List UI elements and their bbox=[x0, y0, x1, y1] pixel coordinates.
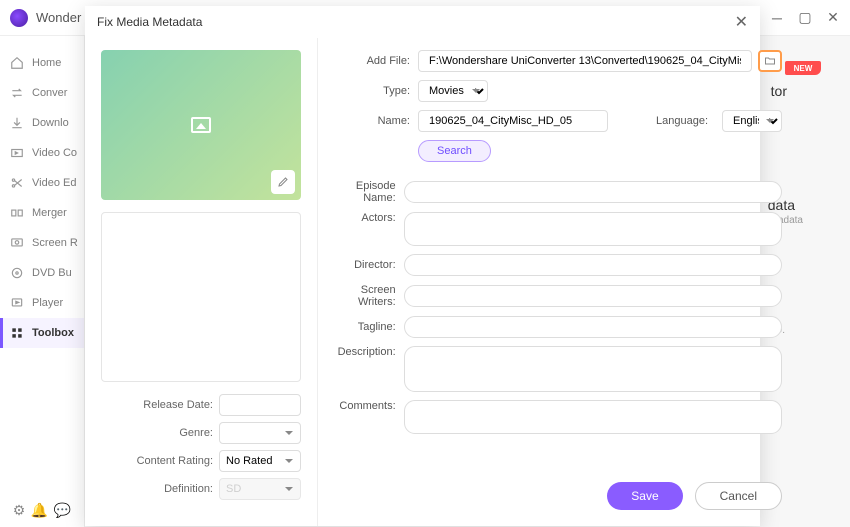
director-label: Director: bbox=[328, 259, 404, 271]
fix-metadata-dialog: Fix Media Metadata ✕ Release Date: Genre… bbox=[85, 6, 760, 526]
description-input[interactable] bbox=[404, 346, 782, 392]
sidebar-item-player[interactable]: Player bbox=[0, 288, 84, 318]
tagline-label: Tagline: bbox=[328, 321, 404, 333]
comments-label: Comments: bbox=[328, 400, 404, 412]
app-name: Wonder bbox=[36, 10, 81, 25]
sidebar-item-converter[interactable]: Conver bbox=[0, 78, 84, 108]
left-meta-rows: Release Date: Genre: Content Rating: No R… bbox=[101, 394, 301, 506]
language-label: Language: bbox=[626, 115, 716, 127]
dialog-close-button[interactable]: ✕ bbox=[735, 12, 748, 32]
sidebar-item-downloader[interactable]: Downlo bbox=[0, 108, 84, 138]
sidebar-label-player: Player bbox=[32, 297, 63, 309]
screen-writers-input[interactable] bbox=[404, 285, 782, 307]
sidebar-item-dvd-burner[interactable]: DVD Bu bbox=[0, 258, 84, 288]
sidebar-item-merger[interactable]: Merger bbox=[0, 198, 84, 228]
sidebar-label-dvd: DVD Bu bbox=[32, 267, 72, 279]
type-select[interactable]: Movies bbox=[418, 80, 488, 102]
name-input[interactable] bbox=[418, 110, 608, 132]
search-button[interactable]: Search bbox=[418, 140, 491, 162]
episode-name-label: Episode Name: bbox=[328, 180, 404, 204]
sidebar-label-editor: Video Ed bbox=[32, 177, 76, 189]
release-date-label: Release Date: bbox=[143, 399, 213, 411]
director-input[interactable] bbox=[404, 254, 782, 276]
media-thumbnail bbox=[101, 50, 301, 200]
dialog-header: Fix Media Metadata ✕ bbox=[85, 6, 760, 38]
download-icon bbox=[10, 116, 24, 130]
home-icon bbox=[10, 56, 24, 70]
feedback-icon[interactable]: 💬 bbox=[54, 502, 71, 519]
folder-icon bbox=[763, 55, 777, 67]
sidebar: Home Conver Downlo Video Co Video Ed Mer… bbox=[0, 36, 85, 527]
definition-label: Definition: bbox=[164, 483, 213, 495]
comments-input[interactable] bbox=[404, 400, 782, 434]
image-placeholder-icon bbox=[191, 117, 211, 133]
sidebar-item-video-compressor[interactable]: Video Co bbox=[0, 138, 84, 168]
browse-folder-button[interactable] bbox=[758, 50, 782, 72]
edit-thumbnail-button[interactable] bbox=[271, 170, 295, 194]
minimize-button[interactable]: ─ bbox=[770, 11, 784, 25]
episode-name-input[interactable] bbox=[404, 181, 782, 203]
dialog-footer: Save Cancel bbox=[607, 482, 782, 510]
actors-input[interactable] bbox=[404, 212, 782, 246]
actors-label: Actors: bbox=[328, 212, 404, 224]
search-results-box bbox=[101, 212, 301, 382]
content-rating-select[interactable]: No Rated bbox=[219, 450, 301, 472]
dialog-title: Fix Media Metadata bbox=[97, 15, 202, 29]
cancel-button[interactable]: Cancel bbox=[695, 482, 782, 510]
converter-icon bbox=[10, 86, 24, 100]
sidebar-label-downloader: Downlo bbox=[32, 117, 69, 129]
play-icon bbox=[10, 296, 24, 310]
toolbox-icon bbox=[10, 326, 24, 340]
genre-select[interactable] bbox=[219, 422, 301, 444]
merger-icon bbox=[10, 206, 24, 220]
notification-icon[interactable]: 🔔 bbox=[31, 502, 48, 519]
save-button[interactable]: Save bbox=[607, 482, 682, 510]
language-select[interactable]: English bbox=[722, 110, 782, 132]
add-file-input[interactable] bbox=[418, 50, 752, 72]
content-rating-label: Content Rating: bbox=[137, 455, 213, 467]
description-label: Description: bbox=[328, 346, 404, 358]
sidebar-item-toolbox[interactable]: Toolbox bbox=[0, 318, 84, 348]
release-date-input[interactable] bbox=[219, 394, 301, 416]
definition-select[interactable]: SD bbox=[219, 478, 301, 500]
screen-writers-label: Screen Writers: bbox=[328, 284, 404, 308]
sidebar-item-video-editor[interactable]: Video Ed bbox=[0, 168, 84, 198]
app-logo bbox=[10, 9, 28, 27]
disc-icon bbox=[10, 266, 24, 280]
pencil-icon bbox=[277, 176, 289, 188]
tagline-input[interactable] bbox=[404, 316, 782, 338]
sidebar-label-home: Home bbox=[32, 57, 61, 69]
screen-recorder-icon bbox=[10, 236, 24, 250]
window-controls: ─ ▢ ✕ bbox=[770, 11, 840, 25]
sidebar-label-converter: Conver bbox=[32, 87, 67, 99]
close-window-button[interactable]: ✕ bbox=[826, 11, 840, 25]
sidebar-label-merger: Merger bbox=[32, 207, 67, 219]
dialog-left-pane: Release Date: Genre: Content Rating: No R… bbox=[85, 38, 318, 526]
sidebar-item-home[interactable]: Home bbox=[0, 48, 84, 78]
sidebar-label-compressor: Video Co bbox=[32, 147, 77, 159]
sidebar-label-recorder: Screen R bbox=[32, 237, 78, 249]
genre-label: Genre: bbox=[179, 427, 213, 439]
sidebar-label-toolbox: Toolbox bbox=[32, 327, 74, 339]
sidebar-bottom-icons: ⚙ 🔔 💬 bbox=[0, 502, 84, 519]
compressor-icon bbox=[10, 146, 24, 160]
type-label: Type: bbox=[328, 85, 418, 97]
name-label: Name: bbox=[328, 115, 418, 127]
settings-icon[interactable]: ⚙ bbox=[13, 502, 26, 519]
dialog-right-pane: Add File: Type: Movies Name: Langu bbox=[318, 38, 800, 526]
add-file-label: Add File: bbox=[328, 55, 418, 67]
scissors-icon bbox=[10, 176, 24, 190]
dialog-body: Release Date: Genre: Content Rating: No R… bbox=[85, 38, 760, 526]
maximize-button[interactable]: ▢ bbox=[798, 11, 812, 25]
sidebar-item-screen-recorder[interactable]: Screen R bbox=[0, 228, 84, 258]
